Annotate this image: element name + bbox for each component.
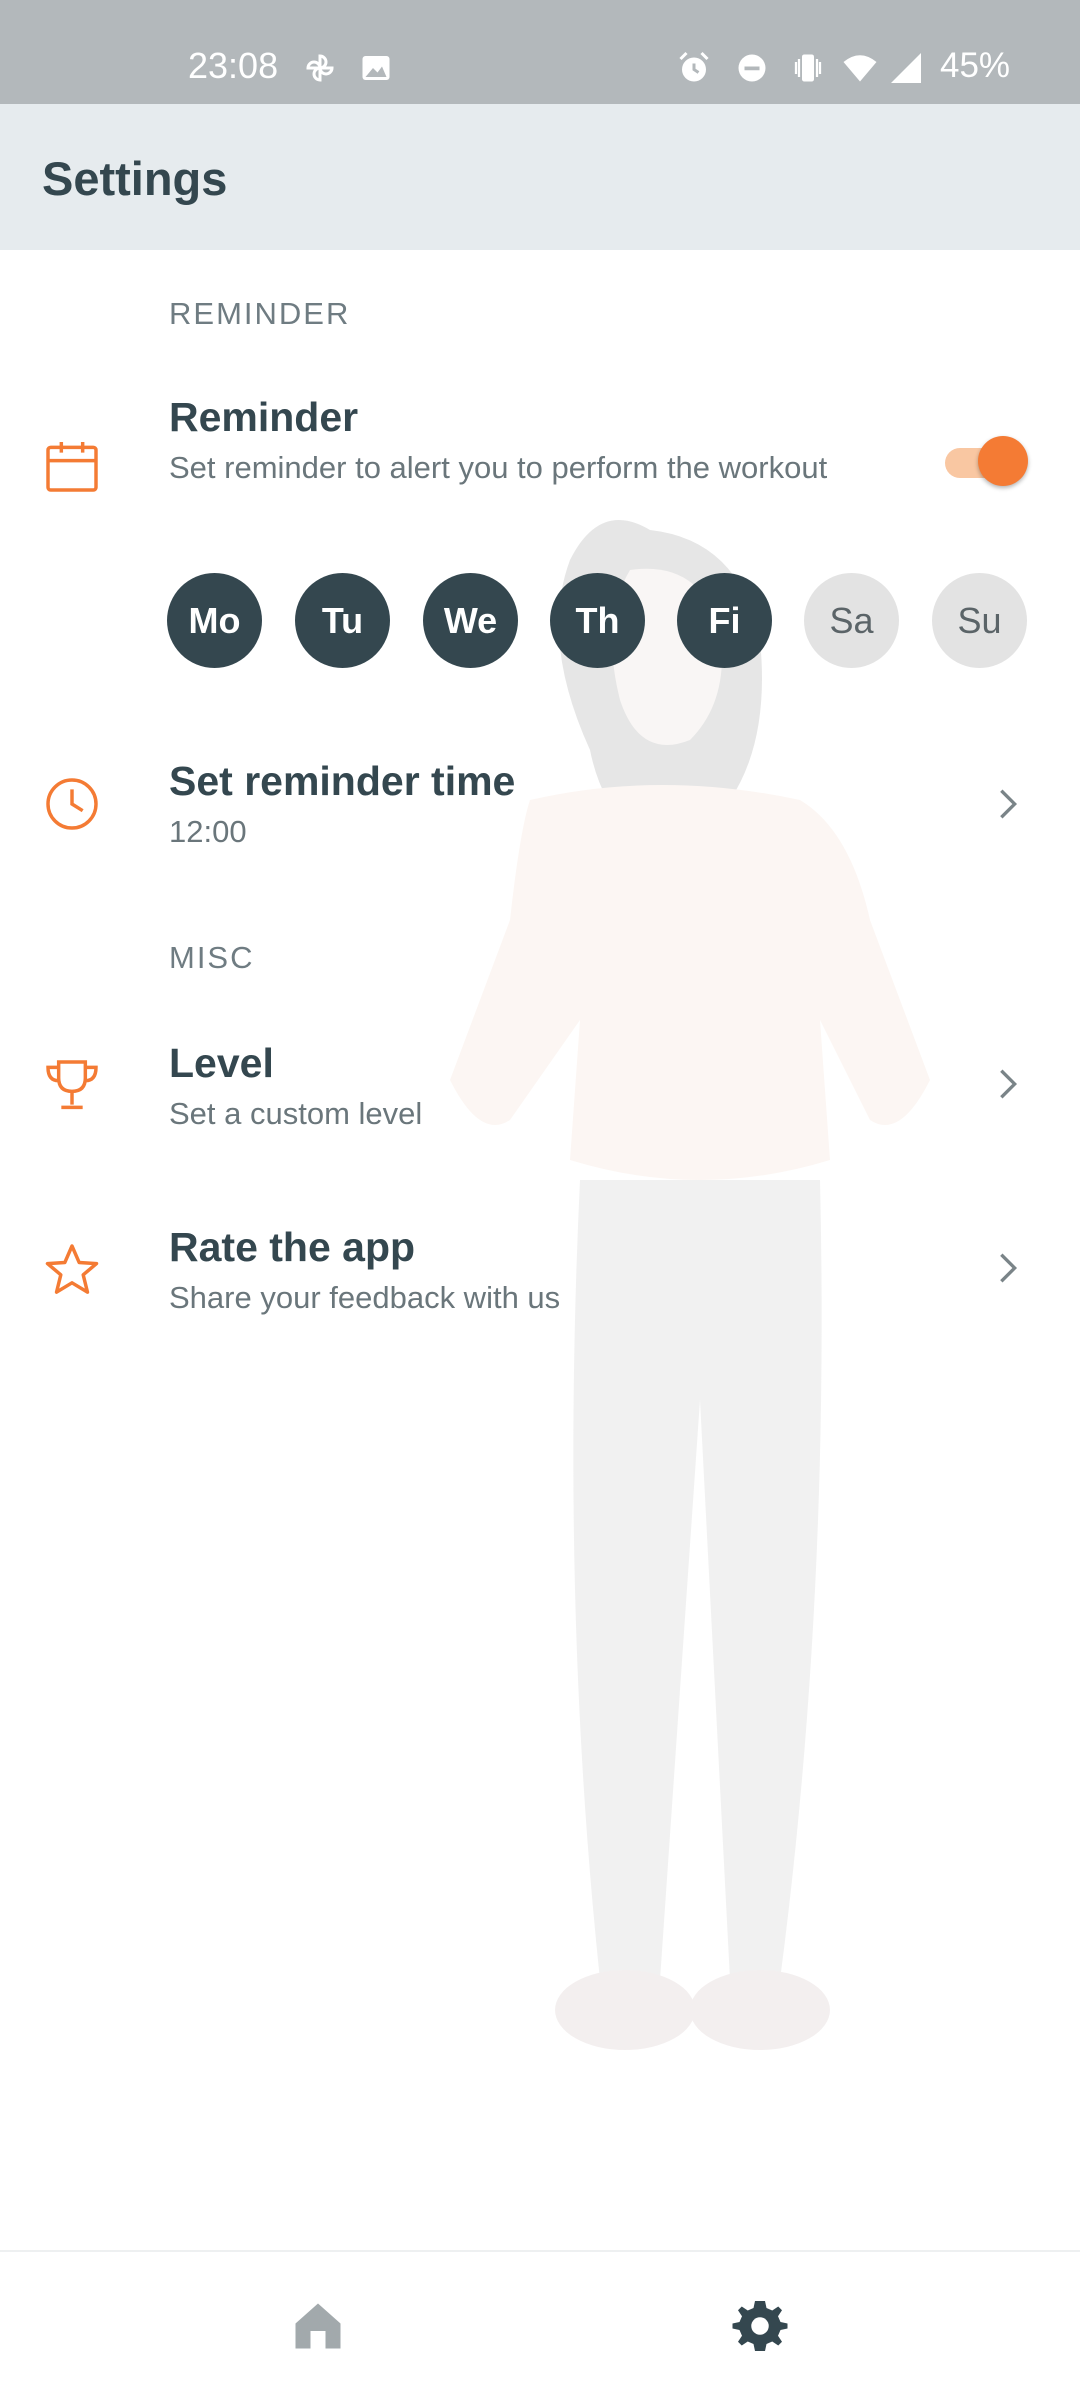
section-header-misc: MISC <box>169 940 255 975</box>
rate-app-title: Rate the app <box>169 1224 416 1270</box>
chevron-right-icon <box>1000 1069 1018 1099</box>
reminder-time-value: 12:00 <box>169 814 247 849</box>
battery-level: 45% <box>940 46 1011 85</box>
vibrate-icon <box>794 54 822 82</box>
level-title: Level <box>169 1040 274 1086</box>
chevron-right-icon <box>1000 789 1018 819</box>
level-subtitle: Set a custom level <box>169 1096 423 1131</box>
app-bar: Settings <box>0 104 1080 250</box>
reminder-title: Reminder <box>169 394 359 440</box>
image-icon <box>362 56 390 80</box>
pinwheel-icon <box>306 54 334 82</box>
day-su[interactable]: Su <box>932 573 1027 668</box>
dnd-icon <box>738 54 766 82</box>
reminder-toggle[interactable] <box>945 436 1029 486</box>
signal-icon <box>891 53 921 83</box>
day-th[interactable]: Th <box>550 573 645 668</box>
settings-gear-icon[interactable] <box>730 2296 790 2356</box>
toggle-thumb <box>978 436 1028 486</box>
clock-icon <box>46 778 98 830</box>
day-mo[interactable]: Mo <box>167 573 262 668</box>
day-sa[interactable]: Sa <box>804 573 899 668</box>
reminder-row[interactable]: Reminder Set reminder to alert you to pe… <box>0 390 1080 540</box>
level-row[interactable]: Level Set a custom level <box>0 1032 1080 1142</box>
trophy-icon <box>46 1060 98 1110</box>
rate-app-row[interactable]: Rate the app Share your feedback with us <box>0 1216 1080 1326</box>
alarm-icon <box>679 51 709 82</box>
star-icon <box>45 1244 99 1294</box>
calendar-icon <box>46 442 98 492</box>
status-bar: 23:08 45% <box>0 0 1080 104</box>
day-fi[interactable]: Fi <box>677 573 772 668</box>
page-title: Settings <box>42 152 228 205</box>
chevron-right-icon <box>1000 1253 1018 1283</box>
home-icon[interactable] <box>288 2296 348 2356</box>
bottom-navigation <box>0 2250 1080 2402</box>
day-selector: Mo Tu We Th Fi Sa Su <box>167 573 1047 669</box>
day-tu[interactable]: Tu <box>295 573 390 668</box>
reminder-subtitle: Set reminder to alert you to perform the… <box>169 450 828 485</box>
reminder-time-title: Set reminder time <box>169 758 516 804</box>
wifi-icon <box>843 55 877 82</box>
section-header-reminder: REMINDER <box>169 296 351 331</box>
day-we[interactable]: We <box>423 573 518 668</box>
reminder-time-row[interactable]: Set reminder time 12:00 <box>0 752 1080 862</box>
rate-app-subtitle: Share your feedback with us <box>169 1280 561 1315</box>
status-time: 23:08 <box>188 45 279 86</box>
